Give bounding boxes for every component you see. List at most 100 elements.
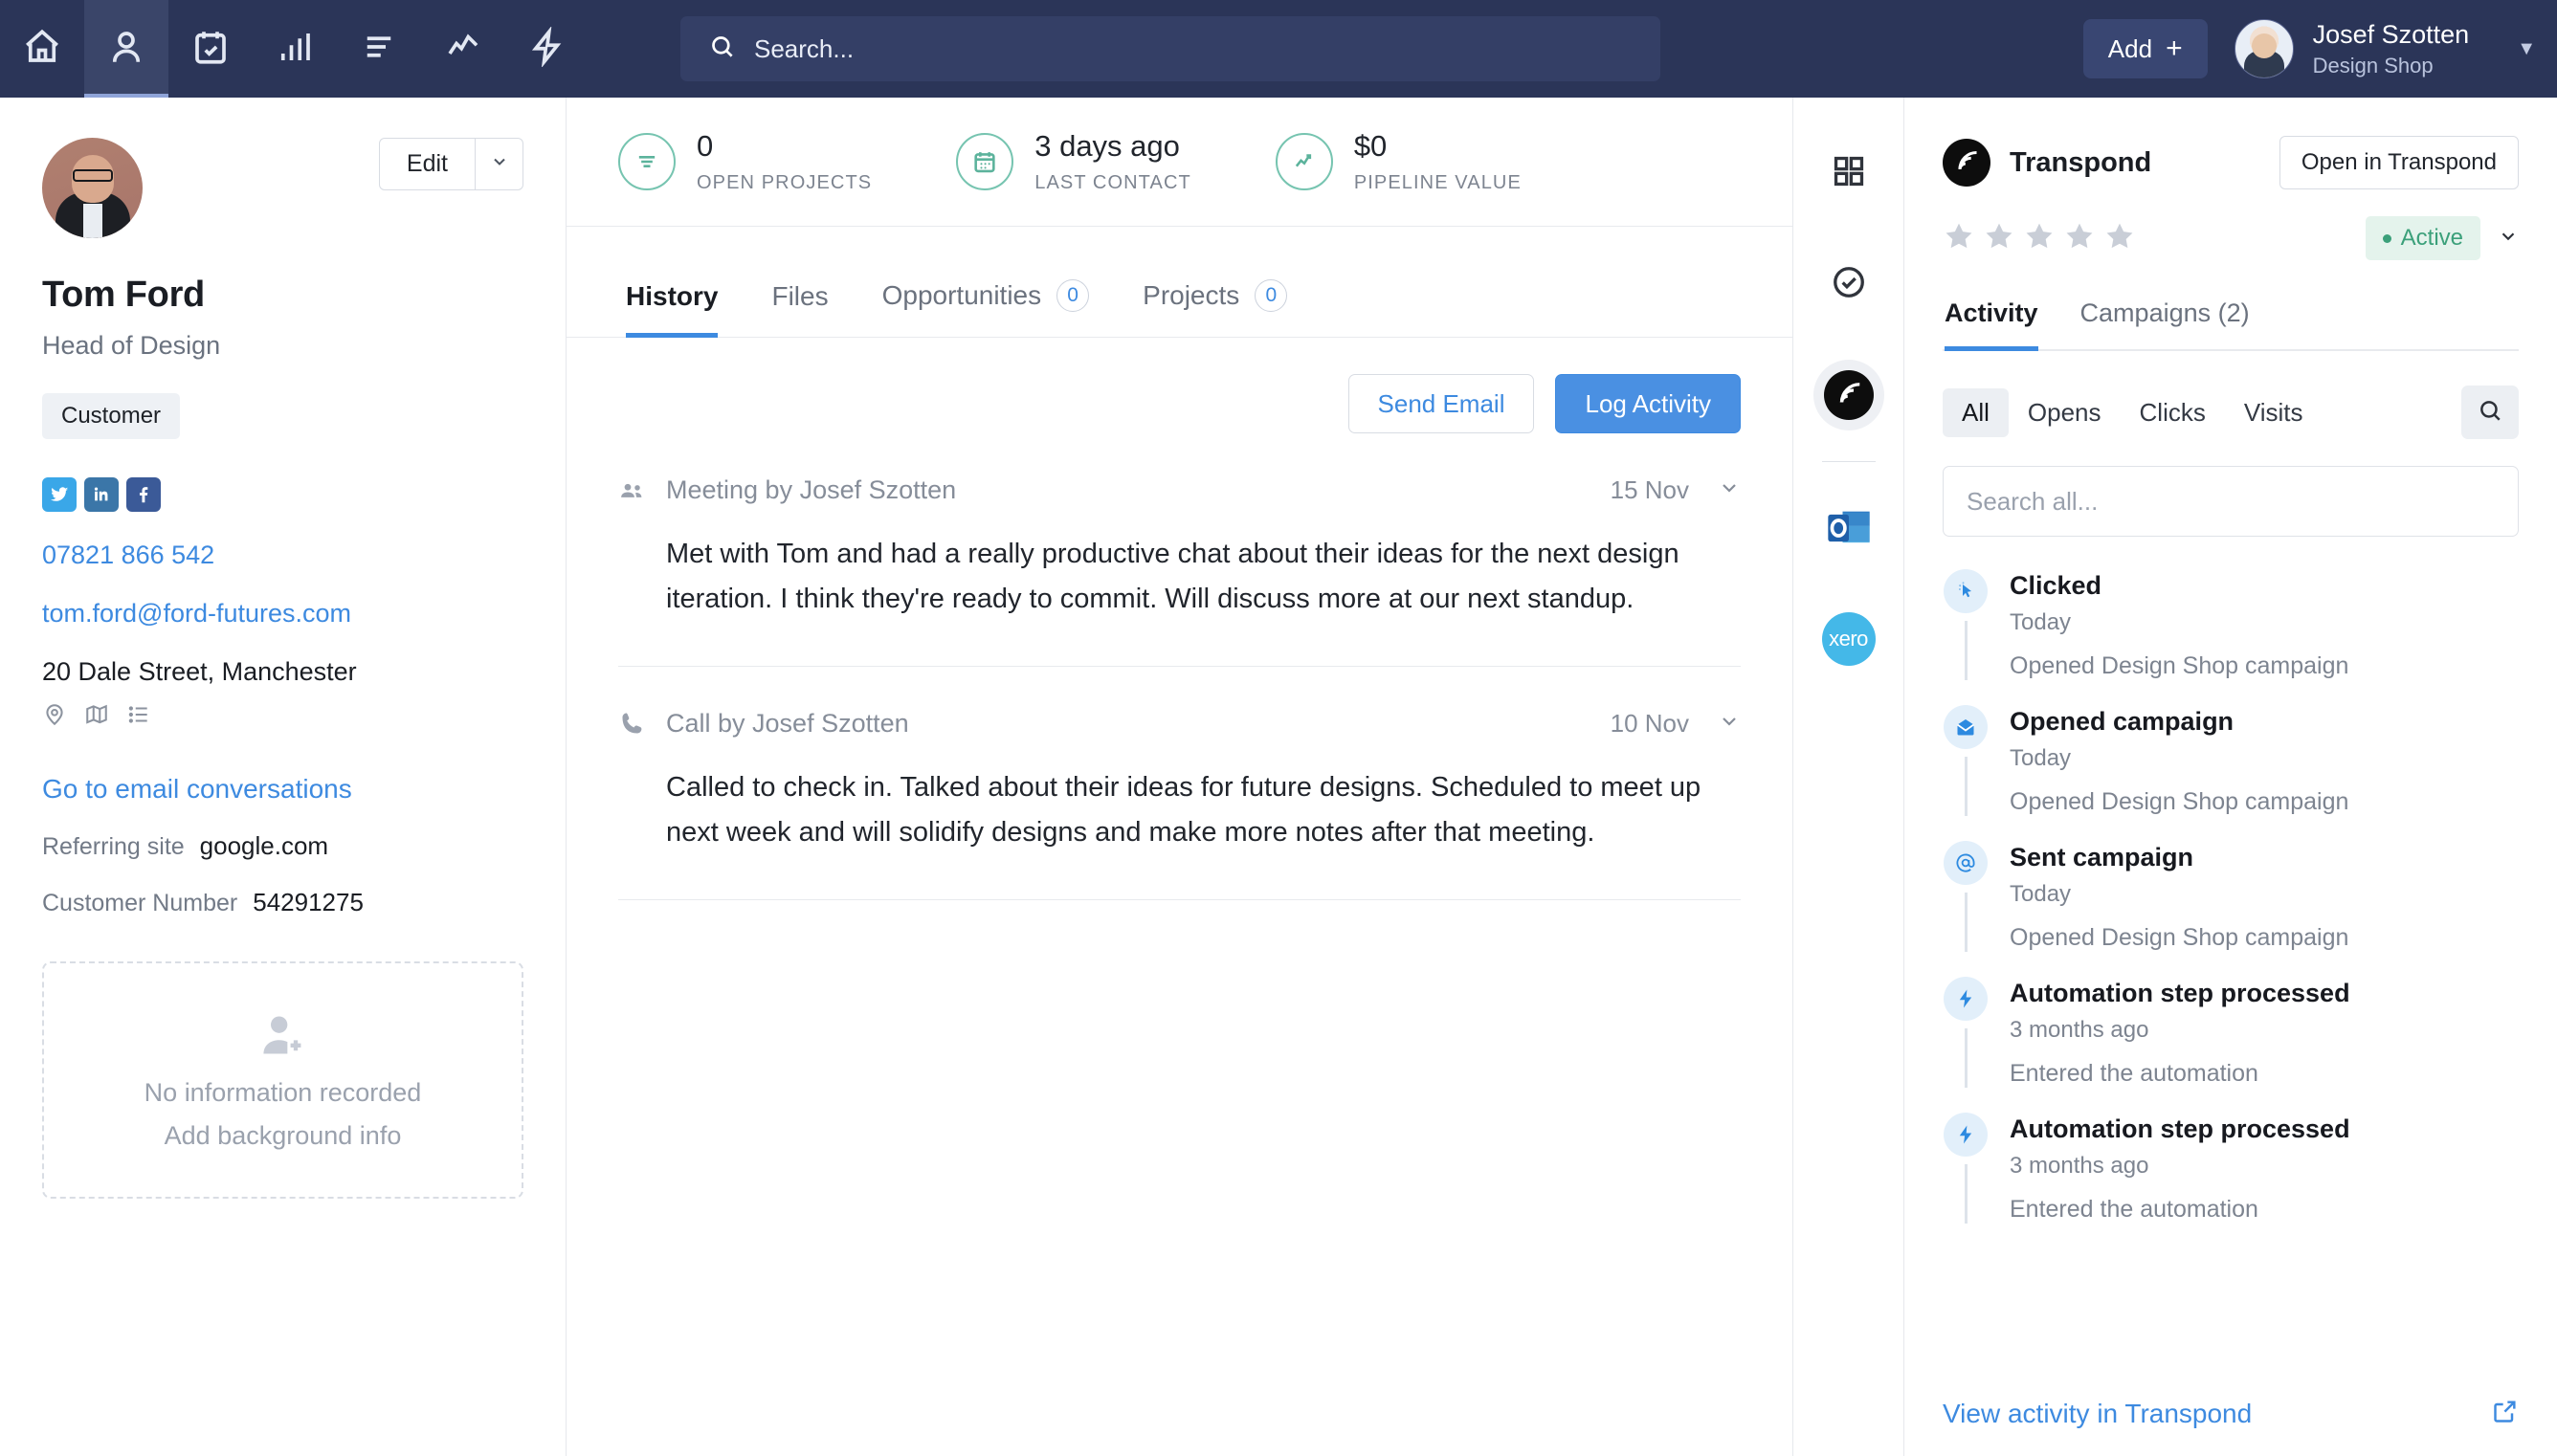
- stat-label: OPEN PROJECTS: [697, 171, 873, 193]
- chevron-down-icon[interactable]: [1718, 710, 1741, 738]
- activity-title: Automation step processed: [2010, 1114, 2350, 1143]
- activity-item[interactable]: Sent campaign Today Opened Design Shop c…: [1943, 841, 2519, 977]
- chevron-down-icon[interactable]: [1718, 476, 1741, 504]
- status-badge[interactable]: Active: [2365, 216, 2480, 260]
- contact-tag-badge: Customer: [42, 393, 181, 439]
- rail-grid-button[interactable]: [1813, 138, 1884, 209]
- topbar-right-group: Add + Josef Szotten Design Shop ▼: [2082, 0, 2557, 98]
- activity-title: Opened campaign: [2010, 707, 2235, 736]
- edit-button[interactable]: Edit: [378, 138, 476, 190]
- filter-visits[interactable]: Visits: [2225, 388, 2323, 437]
- field-referring-site: Referring site google.com: [42, 831, 523, 861]
- activity-desc: Entered the automation: [2010, 1060, 2258, 1087]
- app-root: Search... Add + Josef Szotten Design Sho…: [0, 0, 2557, 1456]
- twitter-icon[interactable]: [42, 477, 77, 512]
- contact-address: 20 Dale Street, Manchester: [42, 657, 357, 686]
- star-rating[interactable]: [1943, 220, 2136, 257]
- history-body: Called to check in. Talked about their i…: [666, 771, 1701, 848]
- background-empty-line2: Add background info: [164, 1120, 402, 1150]
- nav-activities[interactable]: [168, 0, 253, 98]
- activity-desc: Opened Design Shop campaign: [2010, 924, 2349, 951]
- email-conversations-link[interactable]: Go to email conversations: [42, 774, 523, 805]
- nav-home[interactable]: [0, 0, 84, 98]
- tab-activity[interactable]: Activity: [1943, 298, 2059, 351]
- tab-count-badge: 0: [1056, 279, 1090, 312]
- chevron-down-icon[interactable]: [2498, 226, 2519, 252]
- activity-item[interactable]: Opened campaign Today Opened Design Shop…: [1943, 705, 2519, 841]
- open-in-transpond-button[interactable]: Open in Transpond: [2279, 136, 2519, 189]
- user-text: Josef Szotten Design Shop: [2313, 19, 2470, 78]
- user-menu[interactable]: Josef Szotten Design Shop ▼: [2234, 19, 2536, 78]
- edit-dropdown-button[interactable]: [476, 138, 523, 190]
- tab-files[interactable]: Files: [745, 281, 855, 337]
- filter-clicks[interactable]: Clicks: [2121, 388, 2225, 437]
- activity-time: Today: [2010, 609, 2072, 635]
- send-email-button[interactable]: Send Email: [1347, 374, 1535, 433]
- rail-transpond-button[interactable]: [1812, 360, 1884, 430]
- history-list: Meeting by Josef Szotten 15 Nov Met with…: [567, 433, 1792, 1456]
- log-activity-button[interactable]: Log Activity: [1555, 374, 1741, 433]
- star-icon[interactable]: [2103, 220, 2136, 257]
- list-icon[interactable]: [126, 702, 151, 732]
- main-content: 0 OPEN PROJECTS 3 days ago LAST CONTACT: [567, 98, 1793, 1456]
- contact-phone[interactable]: 07821 866 542: [42, 540, 523, 570]
- top-navigation-bar: Search... Add + Josef Szotten Design Sho…: [0, 0, 2557, 98]
- global-search-wrap: Search...: [589, 0, 2083, 98]
- activity-search-input[interactable]: Search all...: [1943, 466, 2519, 537]
- activity-item[interactable]: Automation step processed 3 months ago E…: [1943, 977, 2519, 1113]
- add-button[interactable]: Add +: [2082, 19, 2208, 78]
- activity-item[interactable]: Clicked Today Opened Design Shop campaig…: [1943, 569, 2519, 705]
- filter-opens[interactable]: Opens: [2009, 388, 2121, 437]
- activity-desc: Entered the automation: [2010, 1196, 2258, 1223]
- tab-opportunities[interactable]: Opportunities 0: [856, 279, 1117, 337]
- activity-title: Sent campaign: [2010, 843, 2194, 871]
- search-icon: [709, 33, 735, 64]
- nav-automations[interactable]: [505, 0, 589, 98]
- star-icon[interactable]: [2023, 220, 2056, 257]
- calendar-icon: [956, 133, 1014, 190]
- nav-contacts[interactable]: [84, 0, 168, 98]
- tab-label: Campaigns (2): [2079, 298, 2250, 327]
- nav-reports[interactable]: [253, 0, 337, 98]
- activity-search-placeholder: Search all...: [1967, 486, 2099, 516]
- linkedin-icon[interactable]: [84, 477, 119, 512]
- star-icon[interactable]: [1983, 220, 2015, 257]
- activity-item[interactable]: Automation step processed 3 months ago E…: [1943, 1113, 2519, 1248]
- cursor-click-icon: [1944, 569, 1988, 613]
- contact-email[interactable]: tom.ford@ford-futures.com: [42, 599, 523, 629]
- nav-projects[interactable]: [337, 0, 421, 98]
- map-pin-icon[interactable]: [42, 702, 67, 732]
- activity-search-button[interactable]: [2461, 386, 2519, 439]
- tab-history[interactable]: History: [618, 281, 745, 338]
- rail-tasks-button[interactable]: [1813, 249, 1884, 320]
- star-icon[interactable]: [2063, 220, 2096, 257]
- map-icon[interactable]: [84, 702, 109, 732]
- avatar: [2234, 19, 2294, 78]
- rail-divider: [1821, 461, 1876, 462]
- filter-all[interactable]: All: [1943, 387, 2009, 437]
- activity-filter-pills: All Opens Clicks Visits: [1943, 386, 2519, 439]
- contact-name: Tom Ford: [42, 275, 205, 315]
- user-name: Josef Szotten: [2312, 20, 2470, 50]
- tab-count-badge: 0: [1255, 279, 1288, 312]
- star-icon[interactable]: [1943, 220, 1975, 257]
- rail-xero-button[interactable]: xero: [1813, 604, 1884, 674]
- stats-bar: 0 OPEN PROJECTS 3 days ago LAST CONTACT: [567, 98, 1792, 227]
- history-title: Call by Josef Szotten: [666, 708, 909, 738]
- stat-value: 3 days ago: [1034, 129, 1180, 164]
- grid-icon: [1831, 153, 1867, 194]
- view-activity-link[interactable]: View activity in Transpond: [1943, 1399, 2252, 1429]
- external-link-icon[interactable]: [2492, 1398, 2519, 1429]
- search-input[interactable]: Search...: [680, 16, 1660, 81]
- rail-outlook-button[interactable]: [1813, 493, 1884, 563]
- activity-title: Automation step processed: [2010, 979, 2350, 1007]
- tab-projects[interactable]: Projects 0: [1116, 279, 1314, 337]
- contact-profile-sidebar: Edit Tom Ford Head of Design Customer 07…: [0, 98, 567, 1456]
- tab-campaigns[interactable]: Campaigns (2): [2059, 298, 2271, 349]
- add-background-info-box[interactable]: No information recorded Add background i…: [42, 961, 523, 1199]
- nav-pipeline[interactable]: [421, 0, 505, 98]
- main-tabs: History Files Opportunities 0 Projects 0: [567, 227, 1792, 338]
- chevron-down-icon[interactable]: ▼: [2517, 38, 2536, 60]
- facebook-icon[interactable]: [126, 477, 161, 512]
- profile-header: Edit: [42, 138, 523, 238]
